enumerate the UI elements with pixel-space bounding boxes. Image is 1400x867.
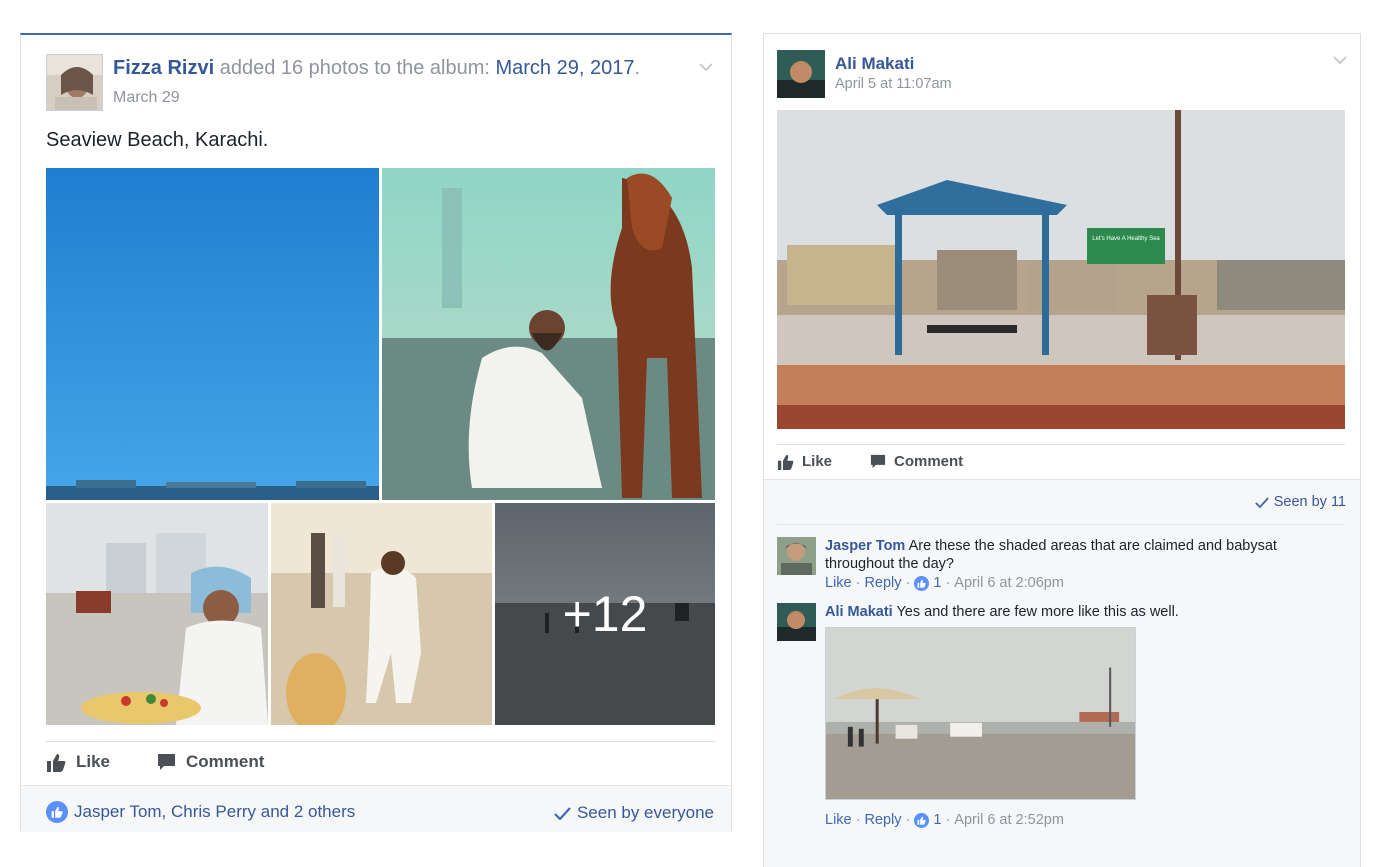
comment-button[interactable]: Comment [870,453,963,470]
comment-icon [158,754,175,770]
like-label: Like [76,752,111,771]
comment-author-link[interactable]: Ali Makati [825,604,893,620]
chevron-down-icon[interactable] [699,59,713,72]
photo-5-more-overlay[interactable]: +12 [495,503,715,725]
comment-like-link[interactable]: Like [825,812,852,828]
seen-text: Seen by 11 [1273,494,1346,510]
action-divider [46,741,715,742]
checkmark-icon [1254,496,1269,508]
comment-2-meta: Like · Reply · 1 · April 6 at 2:52pm [825,812,1064,828]
like-button[interactable]: Like [777,453,832,470]
more-photos-count: +12 [562,586,648,642]
comment-label: Comment [894,453,964,470]
comment-button[interactable]: Comment [157,752,264,772]
author-name-link[interactable]: Fizza Rizvi [113,57,214,79]
comment-reply-link[interactable]: Reply [864,812,901,828]
photo-2-horse-man[interactable] [382,168,715,500]
comment-author-link[interactable]: Jasper Tom [825,538,905,554]
like-label: Like [802,453,833,470]
comment-time[interactable]: April 6 at 2:52pm [954,812,1064,828]
comment-like-link[interactable]: Like [825,575,852,591]
post-action-text: added 16 photos to the album: [219,57,490,79]
like-reaction-icon [46,801,68,823]
action-divider [777,444,1345,445]
right-post-card: Ali Makati April 5 at 11:07am Let's Have… [763,33,1361,867]
author-name-link[interactable]: Ali Makati [835,54,914,74]
author-avatar[interactable] [777,50,825,98]
photo-1-sky[interactable] [46,168,379,500]
comment-like-count[interactable]: 1 [933,575,941,591]
sign-text: Let's Have A Healthy Sea [1092,236,1160,242]
chevron-down-icon[interactable] [1333,52,1347,65]
comment-like-count[interactable]: 1 [933,812,941,828]
photo-4-boy-walking[interactable] [271,503,492,725]
comment-reply-link[interactable]: Reply [864,575,901,591]
like-button[interactable]: Like [46,752,110,772]
author-avatar[interactable] [46,54,103,111]
post-timestamp[interactable]: April 5 at 11:07am [835,76,952,92]
seen-text: Seen by everyone [576,803,714,822]
meta-separator: · [905,812,911,828]
comment-time[interactable]: April 6 at 2:06pm [954,575,1064,591]
commenter-avatar[interactable] [777,603,816,641]
reactions-text[interactable]: Jasper Tom, Chris Perry and 2 others [74,802,355,822]
comment-photo-beach-umbrella[interactable] [825,627,1136,800]
thumbs-up-icon [777,454,794,470]
album-link[interactable]: March 29, 2017 [495,57,634,79]
meta-separator: · [945,812,951,828]
comment-label: Comment [186,752,265,771]
post-header-text: Fizza Rizvi added 16 photos to the album… [113,57,640,80]
seen-divider [777,524,1345,525]
commenter-avatar[interactable] [777,537,816,575]
meta-separator: · [945,575,951,591]
header-period: . [634,57,641,79]
reactions-summary[interactable]: Jasper Tom, Chris Perry and 2 others [46,801,355,823]
left-post-card: Fizza Rizvi added 16 photos to the album… [20,33,732,832]
comment-1: Jasper Tom Are these the shaded areas th… [825,537,1325,573]
photo-3-vendor[interactable] [46,503,268,725]
post-date[interactable]: March 29 [113,89,180,107]
comment-1-meta: Like · Reply · 1 · April 6 at 2:06pm [825,575,1064,591]
like-reaction-icon [914,812,930,828]
comment-2: Ali Makati Yes and there are few more li… [825,603,1325,621]
meta-separator: · [855,812,861,828]
like-reaction-icon [914,575,930,591]
post-photo-beach-shelter[interactable]: Let's Have A Healthy Sea [777,110,1345,429]
thumbs-up-icon [47,753,66,772]
seen-by-everyone[interactable]: Seen by everyone [554,803,714,823]
comment-icon [870,454,886,469]
post-caption: Seaview Beach, Karachi. [46,129,269,151]
meta-separator: · [855,575,861,591]
meta-separator: · [905,575,911,591]
checkmark-icon [554,806,571,820]
seen-by-count[interactable]: Seen by 11 [1254,494,1346,510]
comment-text: Yes and there are few more like this as … [896,604,1179,620]
